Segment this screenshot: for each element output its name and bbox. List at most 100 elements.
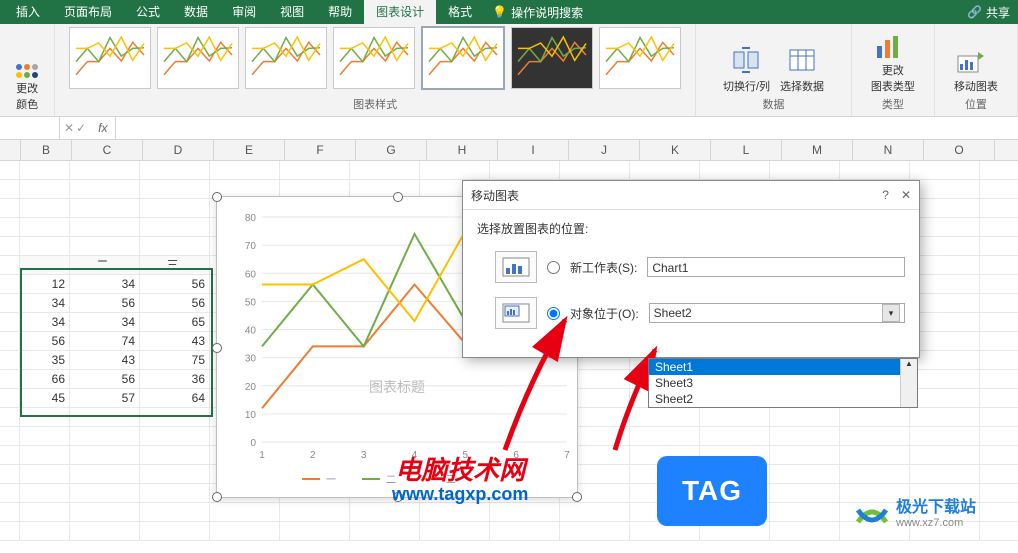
cell[interactable] — [20, 522, 70, 540]
cell[interactable] — [770, 161, 840, 179]
cell[interactable] — [490, 503, 560, 521]
cell[interactable] — [630, 427, 700, 445]
dialog-close-icon[interactable]: ✕ — [901, 188, 911, 202]
cell[interactable] — [140, 180, 210, 198]
cell[interactable] — [0, 218, 20, 236]
col-header-G[interactable]: G — [356, 140, 427, 160]
cell[interactable] — [20, 446, 70, 464]
cell[interactable] — [140, 427, 210, 445]
tab-data[interactable]: 数据 — [172, 0, 220, 24]
cell[interactable] — [910, 199, 980, 217]
cell[interactable]: 66 — [20, 370, 70, 388]
cell[interactable] — [70, 503, 140, 521]
cell[interactable] — [210, 161, 280, 179]
cell[interactable]: 75 — [140, 351, 210, 369]
new-sheet-radio[interactable] — [547, 261, 560, 274]
cell[interactable] — [20, 199, 70, 217]
cell[interactable] — [560, 522, 630, 540]
cell[interactable] — [70, 408, 140, 426]
chart-style-2[interactable] — [157, 27, 239, 89]
cancel-icon[interactable]: ✕ — [64, 121, 74, 135]
cell[interactable] — [0, 427, 20, 445]
dialog-help-icon[interactable]: ? — [882, 188, 889, 202]
cell[interactable] — [0, 484, 20, 502]
cell[interactable] — [770, 484, 840, 502]
cell[interactable] — [560, 503, 630, 521]
cell[interactable] — [20, 256, 70, 274]
dropdown-item-sheet3[interactable]: Sheet3 — [649, 375, 917, 391]
cell[interactable] — [350, 522, 420, 540]
object-in-combo[interactable]: Sheet2 ▾ — [649, 303, 905, 323]
col-header-H[interactable]: H — [427, 140, 498, 160]
cell[interactable]: 64 — [140, 389, 210, 407]
formula-input[interactable] — [115, 117, 1018, 139]
cell[interactable] — [910, 370, 980, 388]
cell[interactable] — [140, 522, 210, 540]
cell[interactable]: 34 — [20, 294, 70, 312]
dialog-titlebar[interactable]: 移动图表 ? ✕ — [463, 181, 919, 210]
cell[interactable] — [70, 446, 140, 464]
cell[interactable] — [20, 408, 70, 426]
cell[interactable]: 34 — [70, 275, 140, 293]
cell[interactable]: 43 — [70, 351, 140, 369]
cell[interactable] — [910, 332, 980, 350]
option-object-in[interactable]: 对象位于(O): Sheet2 ▾ — [477, 297, 905, 329]
cell[interactable] — [490, 161, 560, 179]
tab-formula[interactable]: 公式 — [124, 0, 172, 24]
cell[interactable] — [0, 522, 20, 540]
cell[interactable] — [910, 408, 980, 426]
cell[interactable] — [20, 218, 70, 236]
chart-style-5[interactable] — [421, 26, 505, 90]
cell[interactable] — [20, 180, 70, 198]
cell[interactable] — [420, 503, 490, 521]
cell[interactable]: 二 — [70, 256, 140, 274]
dropdown-scrollbar[interactable]: ▲ — [900, 359, 917, 407]
cell[interactable] — [140, 161, 210, 179]
column-headers[interactable]: BCDEFGHIJKLMNO — [0, 140, 1018, 161]
col-header-B[interactable]: B — [21, 140, 72, 160]
sheet-dropdown[interactable]: Sheet1Sheet3Sheet2 ▲ — [648, 358, 918, 408]
cell[interactable] — [210, 522, 280, 540]
cell[interactable] — [70, 161, 140, 179]
cell[interactable] — [910, 256, 980, 274]
col-header-N[interactable]: N — [853, 140, 924, 160]
cell[interactable] — [0, 237, 20, 255]
option-new-sheet[interactable]: 新工作表(S): Chart1 — [477, 251, 905, 283]
cell[interactable] — [0, 446, 20, 464]
cell[interactable] — [0, 199, 20, 217]
change-colors-button[interactable]: 更改 颜色 — [13, 64, 41, 112]
cell[interactable] — [140, 465, 210, 483]
cell[interactable] — [0, 503, 20, 521]
cell[interactable] — [140, 218, 210, 236]
cell[interactable] — [70, 427, 140, 445]
tab-review[interactable]: 审阅 — [220, 0, 268, 24]
cell[interactable] — [0, 161, 20, 179]
object-in-radio[interactable] — [547, 307, 560, 320]
col-header-O[interactable]: O — [924, 140, 995, 160]
cell[interactable] — [140, 446, 210, 464]
dropdown-item-sheet2[interactable]: Sheet2 — [649, 391, 917, 407]
cell[interactable] — [910, 446, 980, 464]
cell[interactable]: 65 — [140, 313, 210, 331]
cell[interactable] — [770, 408, 840, 426]
cell[interactable] — [840, 446, 910, 464]
col-header-J[interactable]: J — [569, 140, 640, 160]
cell[interactable] — [0, 465, 20, 483]
cell[interactable] — [910, 351, 980, 369]
cell[interactable] — [0, 180, 20, 198]
col-header-L[interactable]: L — [711, 140, 782, 160]
cell[interactable] — [630, 408, 700, 426]
cell[interactable] — [0, 408, 20, 426]
chart-style-4[interactable] — [333, 27, 415, 89]
cell[interactable]: 34 — [70, 313, 140, 331]
switch-row-col-button[interactable]: 切换行/列 — [723, 44, 770, 94]
chart-styles-gallery[interactable] — [63, 22, 687, 94]
chart-style-6[interactable] — [511, 27, 593, 89]
cell[interactable] — [20, 484, 70, 502]
move-chart-button[interactable]: 移动图表 — [954, 46, 998, 94]
cell[interactable] — [140, 484, 210, 502]
tab-page-layout[interactable]: 页面布局 — [52, 0, 124, 24]
cell[interactable] — [630, 161, 700, 179]
cell[interactable] — [910, 294, 980, 312]
cell[interactable] — [70, 484, 140, 502]
